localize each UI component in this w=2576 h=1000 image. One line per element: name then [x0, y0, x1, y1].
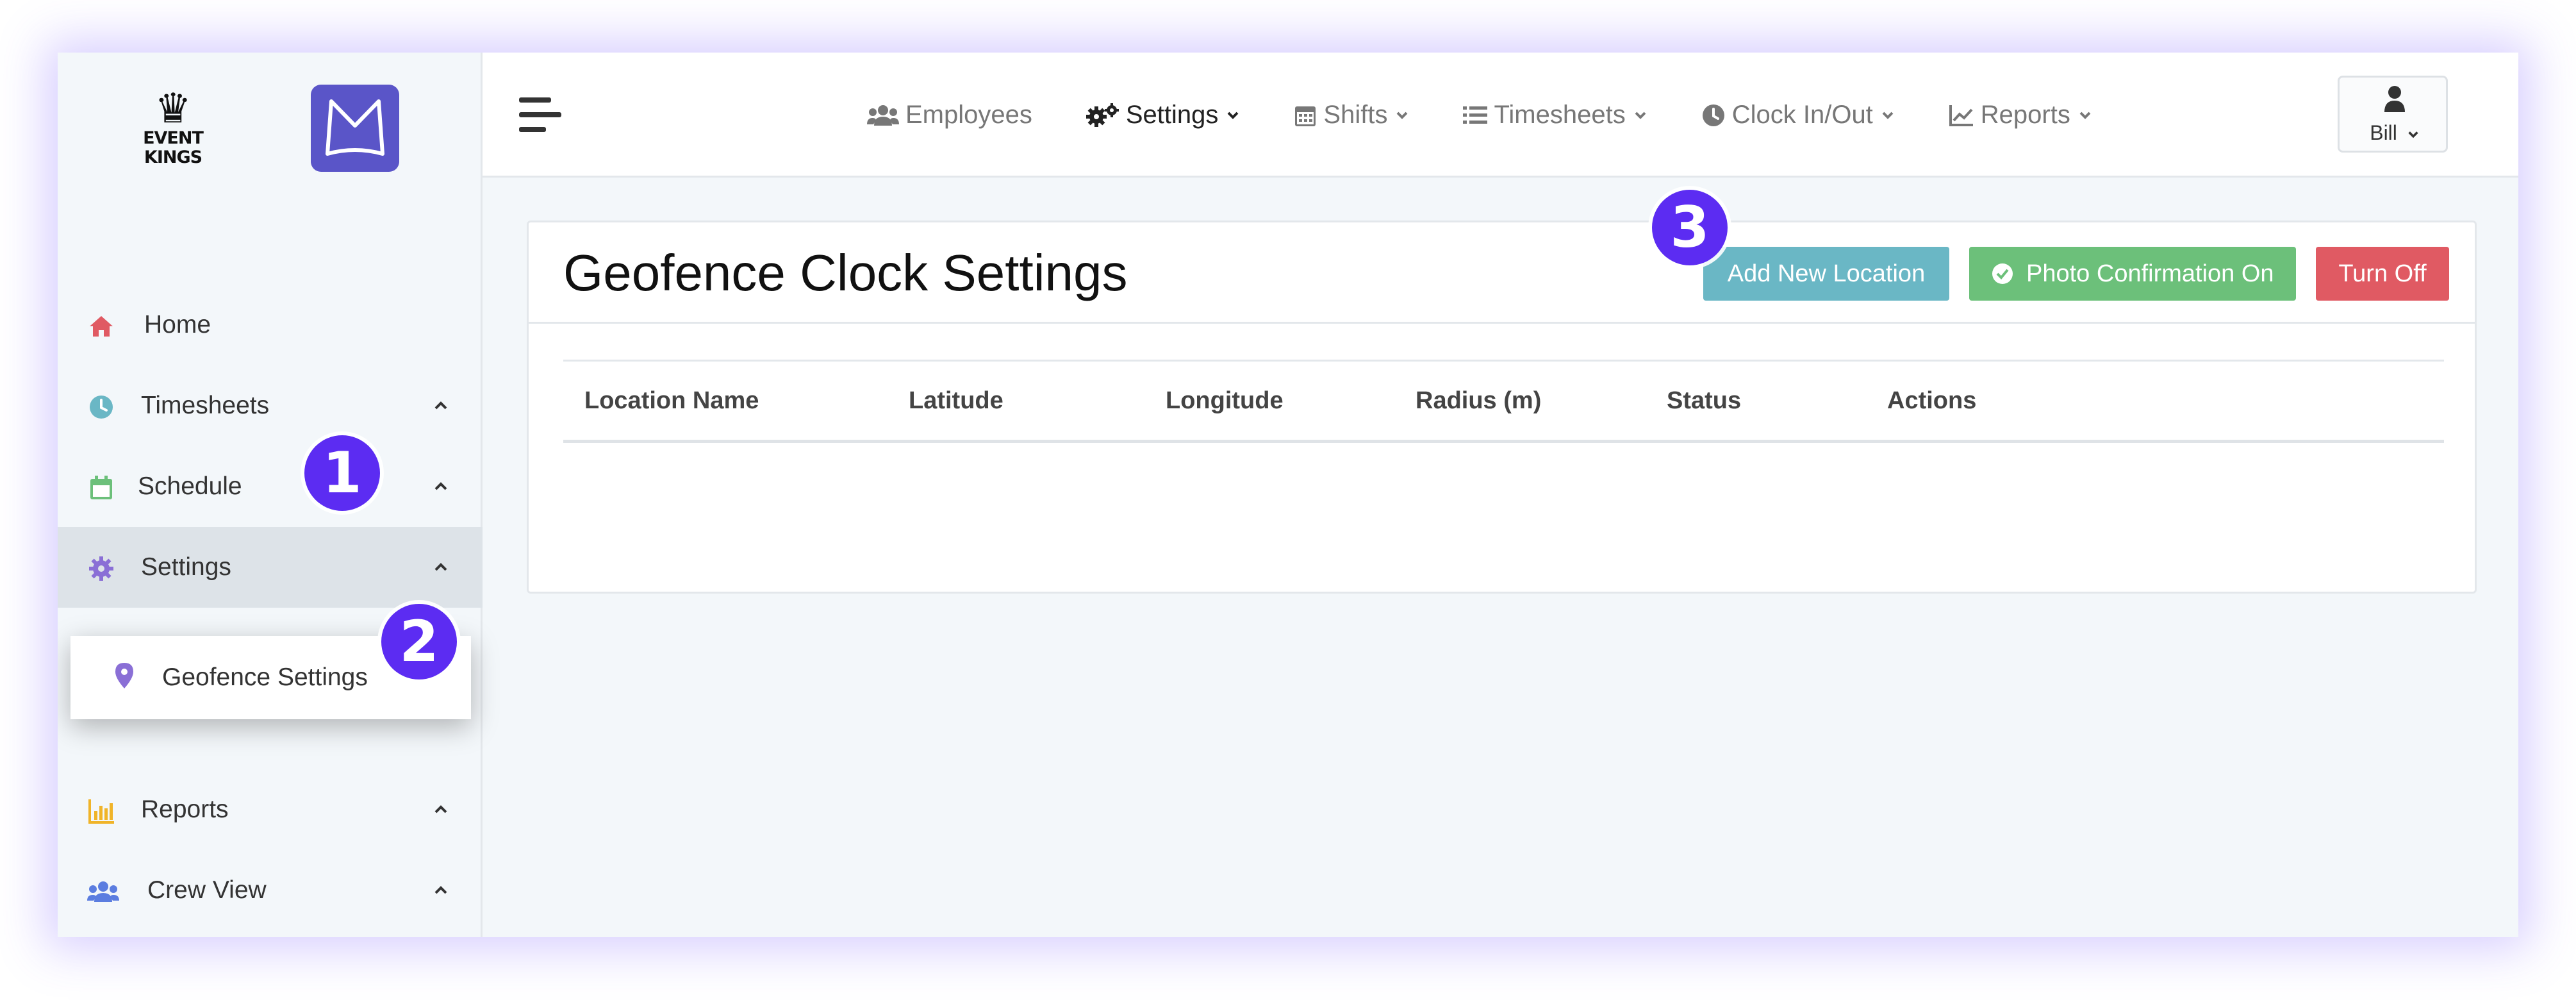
user-name: Bill	[2340, 121, 2450, 145]
clock-icon	[1702, 104, 1724, 126]
column-header-status[interactable]: Status	[1667, 362, 1741, 440]
column-header-actions[interactable]: Actions	[1887, 362, 1976, 440]
sidebar-item-reports[interactable]: Reports	[58, 769, 483, 850]
sidebar-item-schedule[interactable]: Schedule	[58, 446, 483, 527]
column-header-radius[interactable]: Radius (m)	[1416, 362, 1541, 440]
chevron-down-icon	[1635, 112, 1646, 119]
bar-chart-icon	[88, 799, 114, 824]
calendar-icon	[90, 476, 112, 499]
chevron-down-icon	[2408, 131, 2418, 138]
step-badge-3: 3	[1652, 190, 1728, 265]
photo-confirmation-button[interactable]: Photo Confirmation On	[1969, 247, 2296, 301]
users-icon	[867, 104, 899, 126]
gears-icon	[1086, 103, 1119, 127]
sidebar-item-label: Home	[144, 311, 211, 338]
event-kings-logo[interactable]: ♛ EVENT KINGS	[135, 88, 211, 178]
sidebar-subitem-label: Geofence Settings	[162, 663, 368, 691]
app-window: ♛ EVENT KINGS Home Timesheets Schedule S…	[58, 53, 2518, 937]
top-nav-links: Employees Settings Shifts Timesheets Clo…	[867, 53, 2146, 178]
card-header: Geofence Clock Settings Add New Location…	[529, 222, 2475, 324]
page-title: Geofence Clock Settings	[563, 244, 1128, 301]
topnav-employees-label: Employees	[905, 101, 1032, 129]
sidebar-item-label: Reports	[141, 796, 229, 823]
topnav-employees[interactable]: Employees	[867, 101, 1032, 129]
sidebar-item-settings[interactable]: Settings	[58, 527, 483, 608]
chevron-up-icon	[434, 482, 447, 490]
chevron-down-icon	[1227, 112, 1239, 119]
chevron-up-icon	[434, 563, 447, 571]
sidebar-item-timesheets[interactable]: Timesheets	[58, 365, 483, 446]
geofence-settings-card: Geofence Clock Settings Add New Location…	[527, 221, 2477, 594]
topnav-shifts-label: Shifts	[1323, 101, 1388, 129]
topnav-settings-label: Settings	[1125, 101, 1219, 129]
gear-icon	[89, 556, 113, 581]
chevron-up-icon	[434, 805, 447, 813]
column-header-location-name[interactable]: Location Name	[584, 362, 759, 440]
column-header-latitude[interactable]: Latitude	[909, 362, 1003, 440]
step-badge-1: 1	[304, 435, 380, 511]
app-logo[interactable]	[311, 85, 399, 172]
clock-icon	[90, 396, 113, 419]
user-name-label: Bill	[2370, 121, 2397, 144]
home-icon	[90, 316, 113, 337]
topnav-settings[interactable]: Settings	[1086, 101, 1241, 129]
column-header-longitude[interactable]: Longitude	[1166, 362, 1284, 440]
user-menu-button[interactable]: Bill	[2338, 76, 2448, 153]
topnav-reports-label: Reports	[1980, 101, 2070, 129]
topnav-timesheets-label: Timesheets	[1494, 101, 1626, 129]
top-navbar: Employees Settings Shifts Timesheets Clo…	[483, 53, 2518, 178]
sidebar-item-home[interactable]: Home	[58, 285, 483, 365]
chevron-down-icon	[1397, 112, 1408, 119]
crown-outline-icon	[326, 99, 384, 156]
sidebar-item-label: Schedule	[138, 472, 242, 500]
line-chart-icon	[1949, 104, 1973, 126]
add-new-location-button[interactable]: Add New Location	[1703, 247, 1949, 301]
sidebar-item-crew-view[interactable]: Crew View	[58, 850, 483, 931]
users-icon	[87, 881, 119, 902]
step-badge-2: 2	[381, 604, 457, 679]
chevron-up-icon	[434, 886, 447, 894]
user-icon	[2384, 86, 2405, 112]
photo-confirmation-label: Photo Confirmation On	[2026, 260, 2274, 287]
topnav-shifts[interactable]: Shifts	[1294, 101, 1409, 129]
hamburger-menu-icon[interactable]	[518, 96, 563, 135]
logo-text-line2: KINGS	[144, 147, 202, 167]
check-circle-icon	[1992, 263, 2013, 284]
sidebar: ♛ EVENT KINGS Home Timesheets Schedule S…	[58, 53, 483, 937]
chevron-down-icon	[2079, 112, 2091, 119]
sidebar-item-label: Crew View	[147, 876, 267, 904]
topnav-clock-label: Clock In/Out	[1731, 101, 1873, 129]
topnav-reports[interactable]: Reports	[1949, 101, 2092, 129]
topnav-clock-in-out[interactable]: Clock In/Out	[1701, 101, 1895, 129]
chevron-up-icon	[434, 401, 447, 410]
list-icon	[1463, 106, 1488, 124]
locations-table-header: Location Name Latitude Longitude Radius …	[563, 360, 2444, 443]
map-pin-icon	[115, 663, 133, 688]
logo-area: ♛ EVENT KINGS	[58, 53, 483, 200]
turn-off-button[interactable]: Turn Off	[2316, 247, 2449, 301]
chevron-down-icon	[1882, 112, 1894, 119]
topnav-timesheets[interactable]: Timesheets	[1463, 101, 1647, 129]
crown-icon: ♛	[154, 85, 192, 131]
calendar-icon	[1295, 106, 1316, 126]
sidebar-item-label: Timesheets	[141, 392, 270, 419]
sidebar-item-label: Settings	[141, 553, 231, 581]
logo-text-line1: EVENT	[143, 128, 204, 148]
